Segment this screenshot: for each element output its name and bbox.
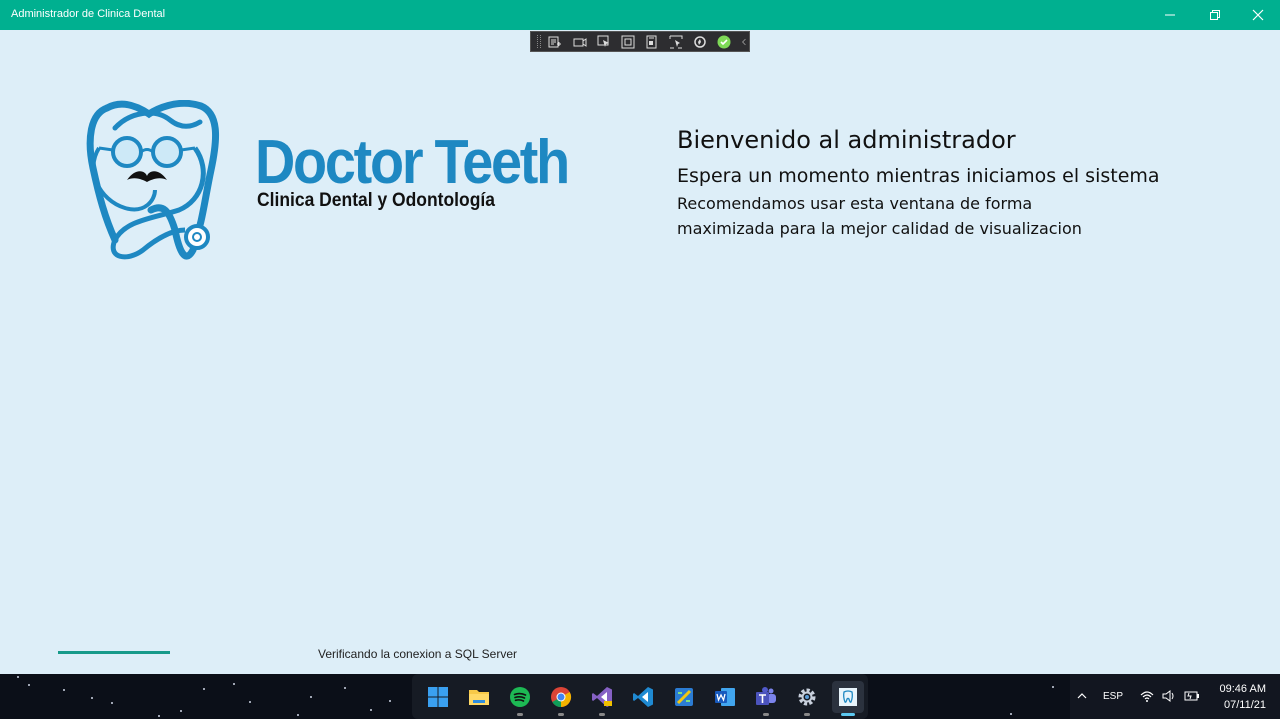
star <box>63 689 65 691</box>
file-explorer-icon[interactable] <box>463 681 495 713</box>
teams-icon[interactable] <box>750 681 782 716</box>
spotify-icon[interactable] <box>504 681 536 716</box>
minimize-button[interactable] <box>1148 0 1192 30</box>
star <box>370 709 372 711</box>
star <box>1052 686 1054 688</box>
star <box>1010 713 1012 715</box>
star <box>203 688 205 690</box>
show-hidden-icons-icon[interactable] <box>1075 689 1089 703</box>
taskbar-apps <box>412 674 868 719</box>
vscode-icon[interactable] <box>627 681 659 713</box>
input-language-indicator[interactable]: ESP <box>1103 691 1123 702</box>
volume-icon[interactable] <box>1162 689 1176 703</box>
visual-studio-icon[interactable] <box>586 681 618 716</box>
title-bar: Administrador de Clinica Dental <box>0 0 1280 30</box>
star <box>28 684 30 686</box>
star <box>389 700 391 702</box>
dental-app-icon[interactable] <box>832 680 864 716</box>
star <box>344 687 346 689</box>
system-tray: ESP 09:46 AM 07/11/21 <box>1070 674 1280 719</box>
taskbar: ESP 09:46 AM 07/11/21 <box>0 674 1280 719</box>
loading-progress-bar <box>58 651 170 654</box>
star <box>91 697 93 699</box>
battery-icon[interactable] <box>1184 689 1200 703</box>
chrome-icon[interactable] <box>545 681 577 716</box>
close-icon <box>1252 9 1264 21</box>
wifi-icon[interactable] <box>1140 689 1154 703</box>
recommendation-line-1: Recomendamos usar esta ventana de forma <box>677 194 1033 213</box>
word-icon[interactable] <box>709 681 741 713</box>
loading-progress-fill <box>58 651 170 654</box>
star <box>310 696 312 698</box>
star <box>111 702 113 704</box>
minimize-icon <box>1165 14 1175 16</box>
window-title: Administrador de Clinica Dental <box>11 8 166 20</box>
restore-button[interactable] <box>1193 0 1237 30</box>
brand-name: Doctor Teeth <box>255 128 570 197</box>
welcome-heading: Bienvenido al administrador <box>677 126 1016 154</box>
star <box>297 714 299 716</box>
star <box>180 710 182 712</box>
star <box>233 683 235 685</box>
power-bi-icon[interactable] <box>668 681 700 713</box>
star <box>249 701 251 703</box>
settings-icon[interactable] <box>791 681 823 716</box>
brand-subtitle: Clinica Dental y Odontología <box>257 190 495 211</box>
loading-status-text: Verificando la conexion a SQL Server <box>318 647 518 661</box>
restore-icon <box>1210 10 1220 20</box>
start-icon[interactable] <box>422 681 454 713</box>
star <box>158 715 160 717</box>
star <box>17 676 19 678</box>
welcome-subheading: Espera un momento mientras iniciamos el … <box>677 165 1160 187</box>
clock-date[interactable]: 07/11/21 <box>1224 699 1266 711</box>
recommendation-line-2: maximizada para la mejor calidad de visu… <box>677 219 1082 238</box>
clock-time[interactable]: 09:46 AM <box>1220 683 1266 695</box>
close-button[interactable] <box>1236 0 1280 30</box>
